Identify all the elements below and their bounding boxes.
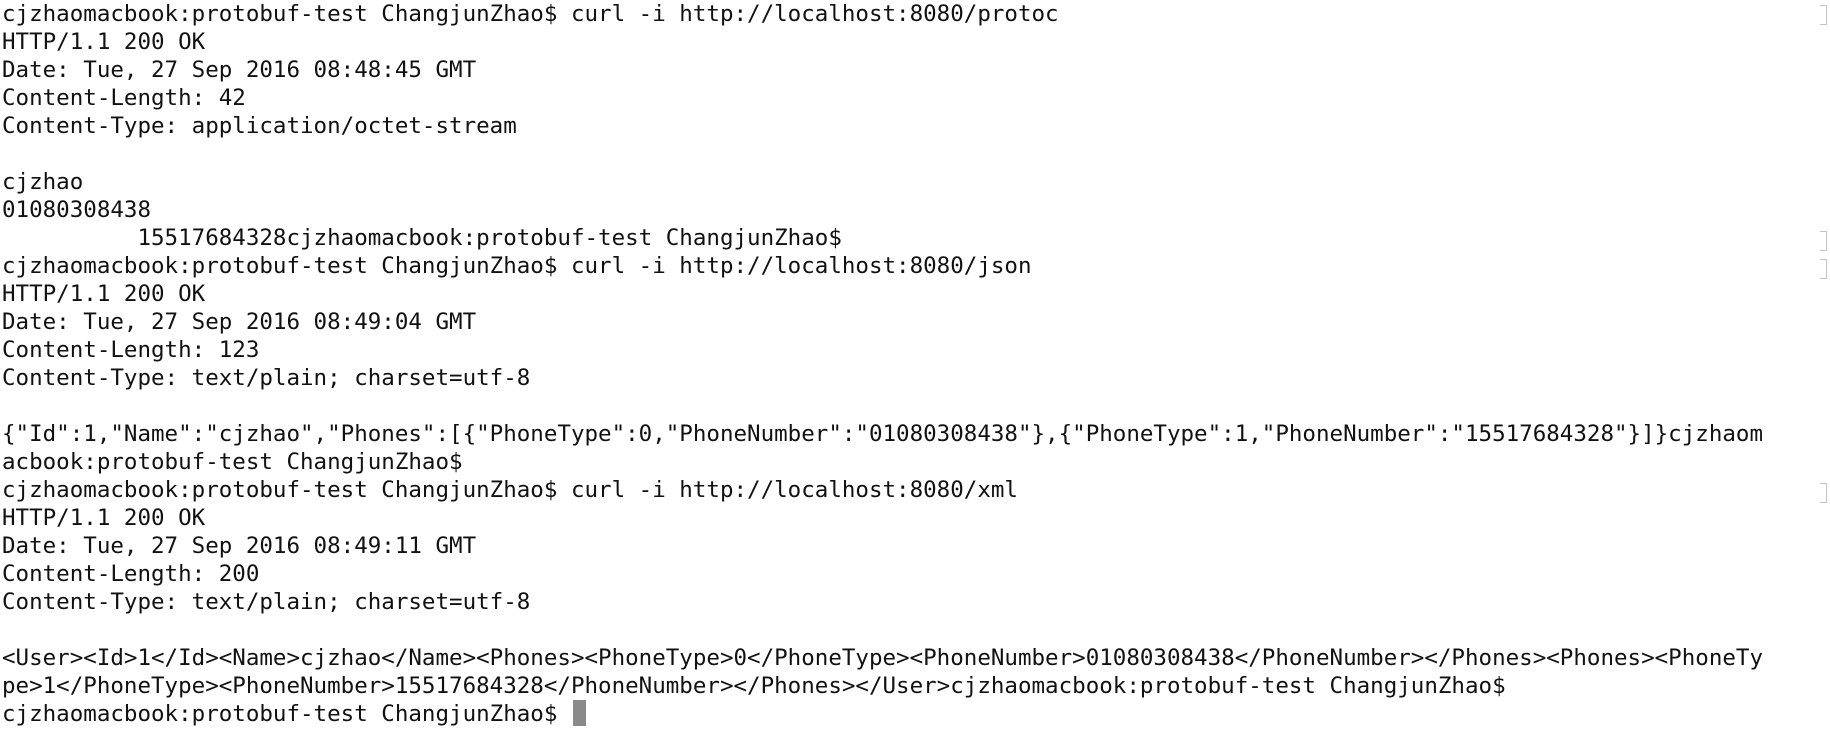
line-continuation-marker bbox=[1820, 231, 1827, 251]
terminal-line: Date: Tue, 27 Sep 2016 08:49:04 GMT bbox=[2, 309, 477, 335]
terminal-line: {"Id":1,"Name":"cjzhao","Phones":[{"Phon… bbox=[2, 421, 1763, 447]
terminal-line: pe>1</PhoneType><PhoneNumber>15517684328… bbox=[2, 673, 1506, 699]
terminal-line: Content-Length: 200 bbox=[2, 561, 260, 587]
terminal-line: HTTP/1.1 200 OK bbox=[2, 505, 206, 531]
line-continuation-marker bbox=[1820, 5, 1827, 25]
terminal-prompt-line[interactable]: cjzhaomacbook:protobuf-test ChangjunZhao… bbox=[2, 700, 1822, 728]
terminal-line: Content-Type: text/plain; charset=utf-8 bbox=[2, 365, 531, 391]
terminal-prompt: cjzhaomacbook:protobuf-test ChangjunZhao… bbox=[2, 701, 571, 727]
line-continuation-marker bbox=[1820, 483, 1827, 503]
terminal-line: cjzhaomacbook:protobuf-test ChangjunZhao… bbox=[2, 477, 1018, 503]
terminal-line: Date: Tue, 27 Sep 2016 08:48:45 GMT bbox=[2, 57, 477, 83]
terminal-line: HTTP/1.1 200 OK bbox=[2, 29, 206, 55]
terminal-line: cjzhaomacbook:protobuf-test ChangjunZhao… bbox=[2, 1, 1059, 27]
terminal-line: 15517684328cjzhaomacbook:protobuf-test C… bbox=[2, 225, 842, 251]
terminal-line: <User><Id>1</Id><Name>cjzhao</Name><Phon… bbox=[2, 645, 1763, 671]
terminal-line: HTTP/1.1 200 OK bbox=[2, 281, 206, 307]
terminal-line: Content-Length: 123 bbox=[2, 337, 260, 363]
terminal-line: Content-Type: application/octet-stream bbox=[2, 113, 517, 139]
line-continuation-marker bbox=[1820, 259, 1827, 279]
terminal-line: Date: Tue, 27 Sep 2016 08:49:11 GMT bbox=[2, 533, 477, 559]
terminal-line: cjzhao bbox=[2, 169, 84, 195]
terminal-line: cjzhaomacbook:protobuf-test ChangjunZhao… bbox=[2, 253, 1032, 279]
terminal-line: acbook:protobuf-test ChangjunZhao$ bbox=[2, 449, 463, 475]
terminal-line: Content-Length: 42 bbox=[2, 85, 246, 111]
terminal-line: 01080308438 bbox=[2, 197, 152, 223]
cursor-block bbox=[572, 700, 586, 726]
terminal-output: cjzhaomacbook:protobuf-test ChangjunZhao… bbox=[2, 0, 1822, 728]
terminal-window[interactable]: cjzhaomacbook:protobuf-test ChangjunZhao… bbox=[0, 0, 1830, 734]
terminal-line: Content-Type: text/plain; charset=utf-8 bbox=[2, 589, 531, 615]
